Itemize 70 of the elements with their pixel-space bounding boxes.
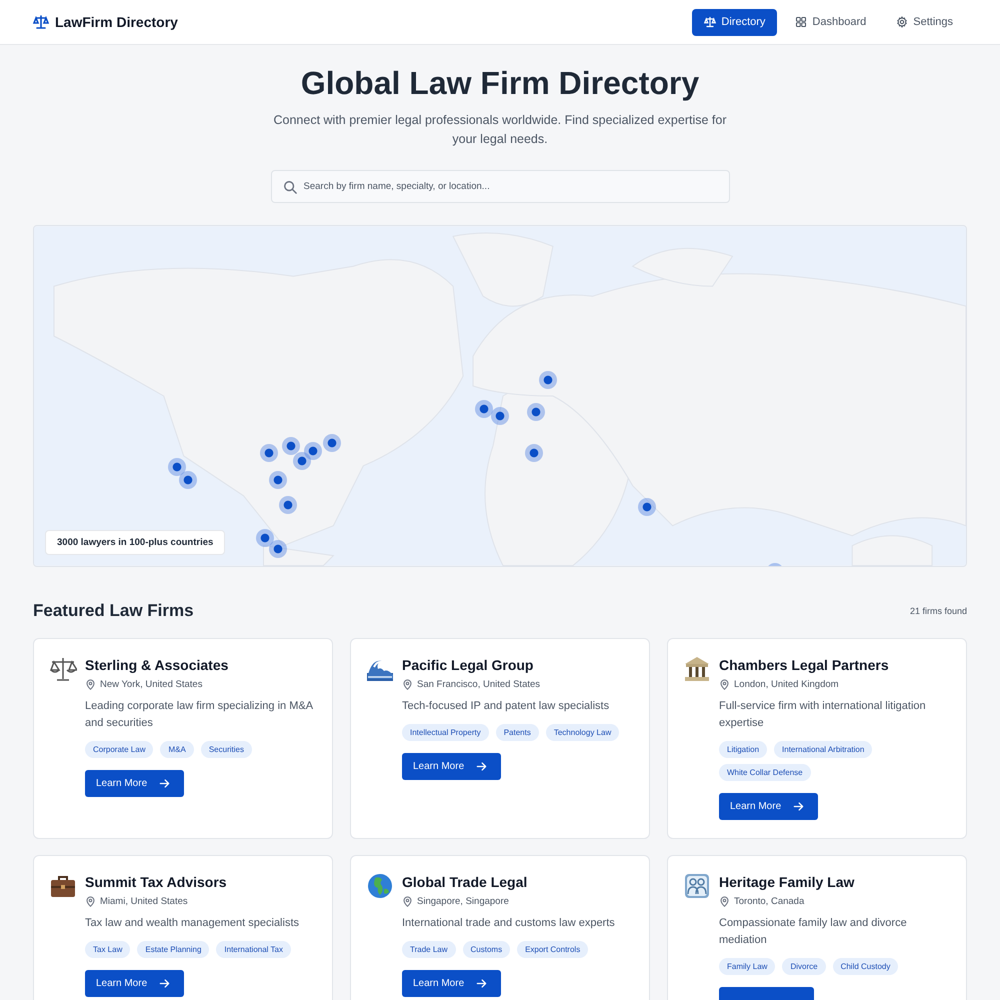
firm-name: Heritage Family Law	[719, 874, 856, 890]
specialty-tag: International Tax	[216, 941, 291, 958]
specialty-tag: Technology Law	[546, 724, 620, 741]
section-title: Featured Law Firms	[33, 601, 194, 621]
firm-location: New York, United States	[100, 679, 202, 690]
location-pin-icon	[719, 679, 730, 690]
location-pin-icon	[719, 896, 730, 907]
specialty-tag: Divorce	[782, 958, 826, 975]
specialty-tag: Trade Law	[402, 941, 456, 958]
arrow-right-icon	[476, 978, 488, 989]
scales-icon	[33, 14, 49, 30]
nav-tab[interactable]: Dashboard	[783, 8, 878, 36]
specialty-tag: Customs	[462, 941, 510, 958]
arrow-right-icon	[476, 761, 488, 772]
page-subtitle: Connect with premier legal professionals worldwide. Find specialized expertise for your legal needs.	[272, 112, 728, 148]
firm-location: London, United Kingdom	[734, 679, 839, 690]
firm-name: Chambers Legal Partners	[719, 657, 890, 673]
firm-location: Toronto, Canada	[734, 896, 804, 907]
firm-location: San Francisco, United States	[417, 679, 540, 690]
search-field[interactable]: Search by firm name, specialty, or location...	[270, 170, 730, 203]
result-count: 21 firms found	[910, 606, 967, 616]
specialty-tag: Securities	[200, 741, 252, 758]
location-pin-icon	[85, 679, 96, 690]
learn-more-button[interactable]: Learn More	[402, 753, 502, 780]
firm-description: International trade and customs law experts	[402, 916, 616, 931]
learn-more-button[interactable]: Learn More	[85, 770, 184, 797]
learn-more-button[interactable]: Learn More	[719, 793, 818, 820]
page-title: Global Law Firm Directory	[300, 65, 700, 102]
specialty-tag: Estate Planning	[137, 941, 210, 958]
firm-description: Tax law and wealth management specialists	[85, 916, 300, 931]
specialty-tag: Patents	[496, 724, 539, 741]
specialty-tag: Litigation	[719, 741, 768, 758]
scales-icon	[704, 16, 716, 28]
firm-location: Miami, United States	[100, 896, 188, 907]
nav-tab[interactable]: Settings	[884, 8, 965, 36]
firm-name: Sterling & Associates	[85, 657, 230, 673]
learn-more-button[interactable]: Learn More	[85, 970, 184, 997]
firm-name: Pacific Legal Group	[402, 657, 534, 673]
specialty-tag: M&A	[160, 741, 194, 758]
specialty-tag: Intellectual Property	[402, 724, 489, 741]
family-icon	[683, 872, 711, 900]
grid-icon	[795, 16, 808, 28]
location-pin-icon	[402, 896, 413, 907]
arrow-right-icon	[793, 801, 804, 812]
arrow-right-icon	[159, 778, 170, 789]
specialty-tag: Tax Law	[85, 941, 130, 958]
map-caption: 3000 lawyers in 100-plus countries	[45, 530, 226, 555]
brand-name: LawFirm Directory	[55, 14, 178, 30]
firm-description: Leading corporate law firm specializing in M&A and securities	[85, 699, 314, 731]
firm-name: Summit Tax Advisors	[85, 874, 228, 890]
specialty-tag: White Collar Defense	[719, 764, 811, 781]
firm-description: Full-service firm with international litigation expertise	[719, 699, 927, 731]
specialty-tag: Family Law	[719, 958, 776, 975]
firm-name: Global Trade Legal	[402, 874, 528, 890]
firm-description: Tech-focused IP and patent law specialists	[402, 699, 610, 714]
building-icon	[683, 655, 711, 683]
settings-icon	[896, 16, 908, 28]
specialty-tag: Export Controls	[517, 941, 588, 958]
firm-location: Singapore, Singapore	[417, 896, 509, 907]
specialty-tag: International Arbitration	[774, 741, 872, 758]
globe-icon	[366, 872, 394, 900]
specialty-tag: Child Custody	[832, 958, 898, 975]
nav-tab[interactable]: Directory	[692, 8, 778, 36]
location-pin-icon	[85, 896, 96, 907]
arrow-right-icon	[159, 978, 170, 989]
location-pin-icon	[402, 679, 413, 690]
firm-description: Compassionate family law and divorce mediation	[719, 916, 908, 948]
scales-icon	[49, 655, 77, 683]
specialty-tag: Corporate Law	[85, 741, 154, 758]
learn-more-button[interactable]: Learn More	[402, 970, 502, 997]
